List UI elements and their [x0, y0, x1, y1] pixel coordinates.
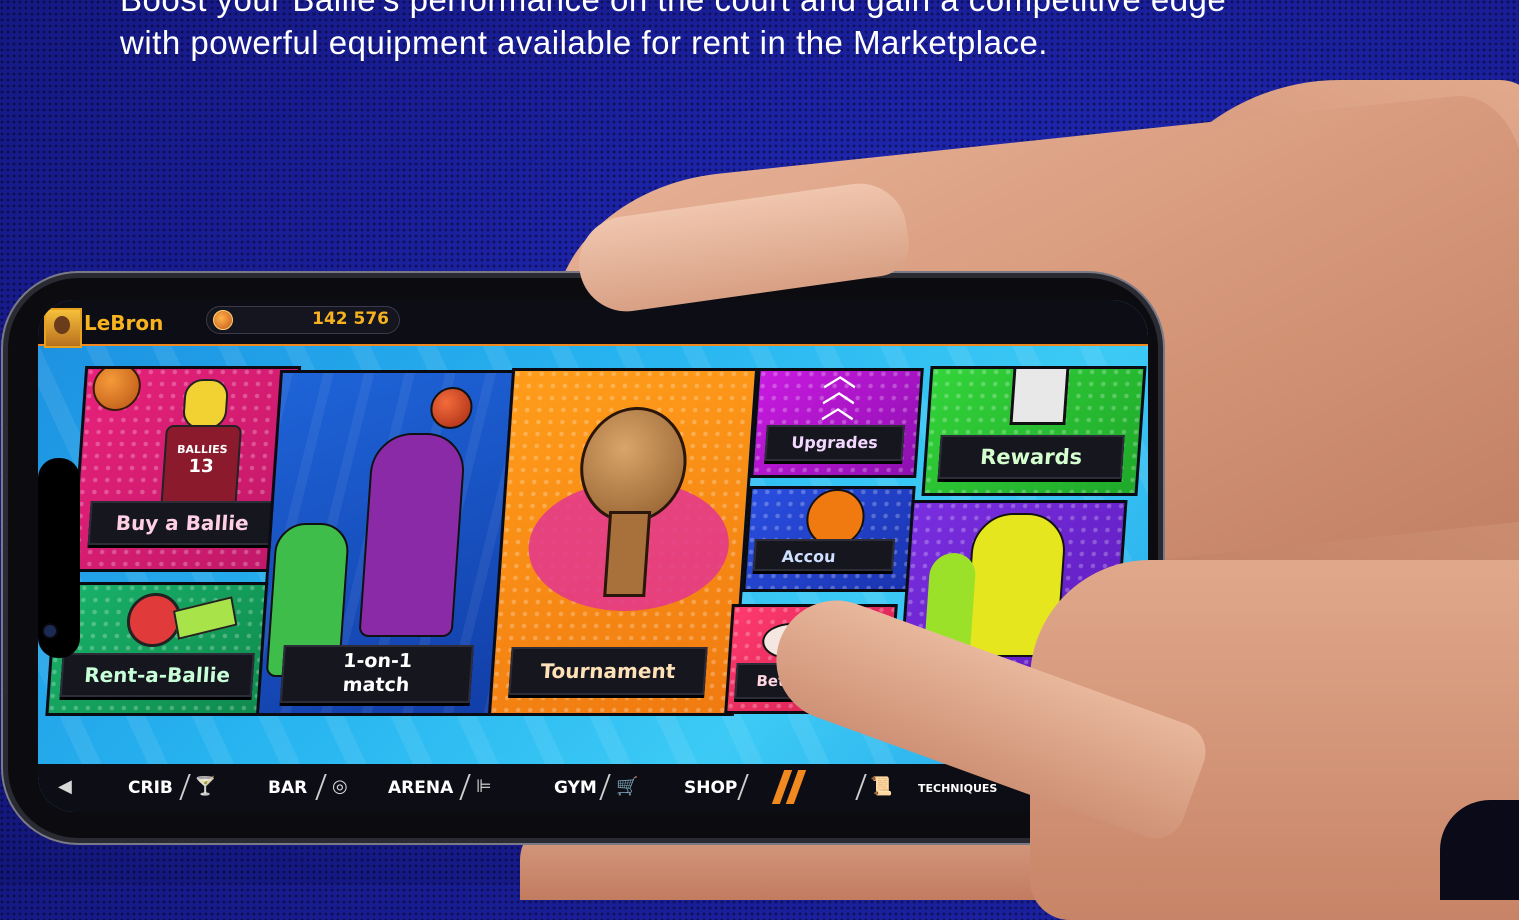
buy-ballie-label: Buy a Ballie	[87, 501, 277, 545]
rewards-label: Rewards	[937, 435, 1125, 479]
dunking-character	[358, 433, 467, 637]
ballie-character: BALLIES 13	[156, 379, 245, 513]
nav-techniques[interactable]: TECHNIQUES	[918, 782, 997, 795]
dumbbell-icon: ⊫	[476, 776, 492, 797]
tile-account[interactable]: Accou	[742, 486, 916, 592]
jersey-name: BALLIES	[176, 443, 229, 456]
top-bar: LeBron 142 576	[38, 300, 1148, 348]
tile-tournament[interactable]: Tournament	[487, 368, 759, 716]
gift-icon	[1009, 366, 1070, 425]
tournament-label: Tournament	[508, 647, 708, 695]
cart-icon: 🛒	[616, 776, 639, 797]
nav-gym[interactable]: GYM	[554, 778, 597, 798]
chevron-up-icon: ︿ ︿ ︿	[819, 368, 859, 427]
arena-icon: ◎	[332, 776, 348, 797]
nav-crib[interactable]: CRIB	[128, 778, 173, 798]
headline-line-1: Boost your Ballie's performance on the c…	[120, 0, 1420, 21]
scroll-icon: 📜	[870, 776, 893, 797]
nav-divider	[315, 774, 327, 800]
coin-icon	[213, 310, 233, 330]
account-label: Accou	[752, 539, 895, 571]
player-avatar[interactable]	[44, 308, 82, 348]
camera-icon	[44, 625, 56, 637]
nav-divider	[459, 774, 471, 800]
tile-upgrades[interactable]: ︿ ︿ ︿ Upgrades	[750, 368, 924, 478]
tile-one-on-one[interactable]: 1-on-1 match	[255, 370, 527, 716]
nav-divider	[737, 774, 749, 800]
tile-buy-ballie[interactable]: BALLIES 13 Buy a Ballie	[70, 366, 302, 572]
player-name: LeBron	[84, 311, 164, 335]
nav-bar[interactable]: BAR	[268, 778, 307, 798]
rent-ballie-label: Rent-a-Ballie	[59, 653, 255, 697]
nav-arena[interactable]: ARENA	[388, 778, 453, 798]
coin-balance-pill[interactable]: 142 576	[206, 306, 400, 334]
headline-line-2: with powerful equipment available for re…	[120, 24, 1048, 61]
cocktail-icon: 🍸	[194, 776, 217, 797]
back-icon[interactable]: ◀	[58, 776, 72, 797]
headline: Boost your Ballie's performance on the c…	[120, 0, 1420, 64]
one-on-one-label: 1-on-1 match	[279, 645, 474, 703]
coin-balance: 142 576	[312, 309, 389, 329]
nav-divider	[179, 774, 191, 800]
nav-shop[interactable]: SHOP	[684, 778, 737, 798]
nav-divider	[855, 774, 867, 800]
upgrades-label: Upgrades	[764, 425, 905, 461]
jersey-number: 13	[187, 456, 215, 477]
trophy-stem	[603, 511, 652, 597]
tile-rewards[interactable]: Rewards	[921, 366, 1147, 496]
nav-divider	[599, 774, 611, 800]
